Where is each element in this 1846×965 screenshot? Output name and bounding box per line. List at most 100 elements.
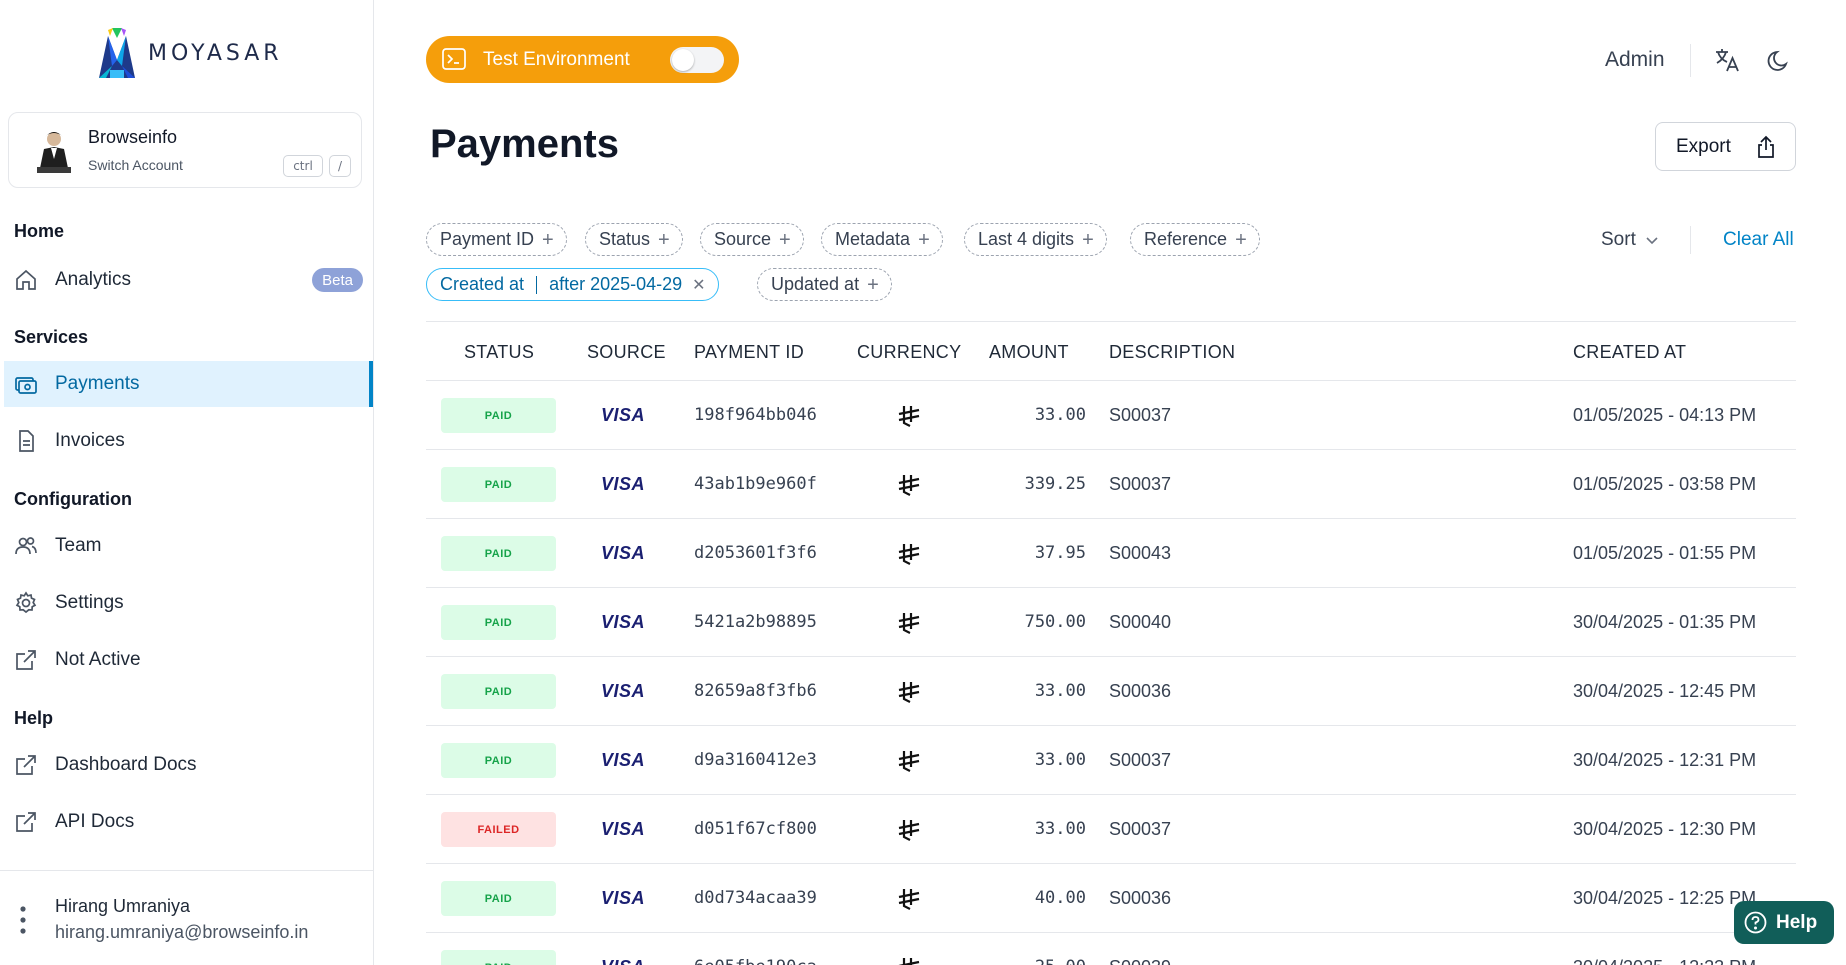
admin-label[interactable]: Admin — [1605, 48, 1665, 72]
account-switcher[interactable]: Browseinfo Switch Account ctrl / — [8, 112, 362, 188]
export-label: Export — [1676, 135, 1731, 157]
sidebar-item-api-docs[interactable]: API Docs — [4, 799, 373, 845]
chip-label: Updated at — [771, 274, 860, 294]
translate-icon[interactable] — [1713, 46, 1741, 74]
payment-id-cell[interactable]: d051f67cf800 — [694, 819, 817, 839]
filter-chip-last-4-digits[interactable]: Last 4 digits + — [964, 223, 1107, 256]
payment-id-cell[interactable]: 198f964bb046 — [694, 405, 817, 425]
payment-id-cell[interactable]: 82659a8f3fb6 — [694, 681, 817, 701]
sidebar-item-team[interactable]: Team — [4, 523, 373, 569]
column-header-description[interactable]: DESCRIPTION — [1109, 342, 1235, 363]
section-home: Home — [14, 221, 65, 241]
filter-chip-status[interactable]: Status + — [585, 223, 683, 256]
description-cell: S00037 — [1109, 405, 1172, 425]
saudi-riyal-icon — [898, 544, 920, 565]
sort-dropdown[interactable]: Sort — [1601, 229, 1660, 251]
amount-cell: 40.00 — [1034, 888, 1086, 908]
filter-chip-reference[interactable]: Reference + — [1130, 223, 1260, 256]
description-cell: S00036 — [1109, 681, 1172, 701]
user-profile[interactable]: Hirang Umraniya hirang.umraniya@browsein… — [0, 870, 373, 965]
sidebar-item-invoices[interactable]: Invoices — [4, 418, 373, 464]
chip-label: Payment ID — [440, 229, 535, 249]
sidebar-item-label: API Docs — [55, 811, 135, 832]
chip-divider — [536, 275, 538, 294]
saudi-riyal-icon — [898, 613, 920, 634]
sidebar: MOYASAR Browseinfo Switch Account ctrl /… — [0, 0, 374, 965]
sidebar-item-dashboard-docs[interactable]: Dashboard Docs — [4, 742, 373, 788]
external-link-icon — [16, 650, 36, 670]
clear-all-link[interactable]: Clear All — [1723, 229, 1794, 251]
env-toggle-switch[interactable] — [670, 47, 724, 73]
column-header-source[interactable]: SOURCE — [587, 342, 666, 363]
filter-chip-created-at[interactable]: Created at after 2025-04-29 ✕ — [426, 268, 719, 301]
sort-label: Sort — [1601, 229, 1636, 250]
payment-id-cell[interactable]: d0d734acaa39 — [694, 888, 817, 908]
filter-divider — [1690, 226, 1691, 254]
chip-label: Created at — [440, 274, 525, 294]
status-badge: PAID — [441, 674, 556, 709]
table-row[interactable]: PAID VISA d2053601f3f6 37.95 S00043 01/05/202… — [426, 518, 1796, 587]
description-cell: S00039 — [1109, 957, 1171, 965]
amount-cell: 25.00 — [966, 957, 1086, 965]
plus-icon: + — [1235, 228, 1247, 251]
shortcut-ctrl-key: ctrl — [283, 155, 323, 177]
created-at-cell: 01/05/2025 - 01:55 PM — [1573, 543, 1757, 563]
saudi-riyal-icon — [898, 889, 920, 910]
brand-logo[interactable]: MOYASAR — [96, 26, 283, 80]
filter-chip-payment-id[interactable]: Payment ID + — [426, 223, 567, 256]
status-badge: PAID — [441, 950, 556, 965]
description-cell: S00040 — [1109, 612, 1172, 632]
table-row[interactable]: PAID VISA 198f964bb046 33.00 S00037 01/05/202… — [426, 380, 1796, 449]
table-row[interactable]: PAID VISA 43ab1b9e960f 339.25 S00037 01/05/20… — [426, 449, 1796, 518]
export-button[interactable]: Export — [1655, 122, 1796, 171]
sidebar-item-payments[interactable]: Payments — [4, 361, 373, 407]
account-avatar — [37, 132, 71, 173]
question-circle-icon — [1744, 911, 1767, 934]
visa-card-icon: VISA — [601, 543, 646, 563]
terminal-icon — [442, 48, 466, 70]
chip-value: after 2025-04-29 — [549, 274, 683, 294]
column-header-created-at[interactable]: CREATED AT — [1573, 342, 1686, 363]
filter-chip-updated-at[interactable]: Updated at + — [757, 268, 892, 301]
payment-id-cell[interactable]: 43ab1b9e960f — [694, 474, 817, 494]
table-row[interactable]: PAID VISA d9a3160412e3 33.00 S00037 30/04/202… — [426, 725, 1796, 794]
home-icon — [16, 269, 36, 290]
visa-card-icon: VISA — [601, 957, 645, 965]
visa-card-icon: VISA — [601, 474, 646, 494]
help-button[interactable]: Help — [1734, 901, 1834, 944]
sidebar-item-analytics[interactable]: Analytics Beta — [4, 257, 373, 303]
dark-mode-moon-icon[interactable] — [1766, 47, 1794, 75]
column-header-currency[interactable]: CURRENCY — [857, 342, 961, 363]
test-environment-toggle[interactable]: Test Environment — [426, 36, 739, 83]
sidebar-item-settings[interactable]: Settings — [4, 580, 373, 626]
external-link-icon — [16, 812, 36, 832]
saudi-riyal-icon — [898, 406, 920, 427]
table-row[interactable]: PAID VISA 5421a2b98895 750.00 S00040 30/04/20… — [426, 587, 1796, 656]
saudi-riyal-icon — [898, 820, 920, 841]
table-row[interactable]: PAID VISA 6e05fbe190ca 25.00 S00039 30/04/202… — [426, 932, 1796, 965]
env-label: Test Environment — [483, 48, 630, 70]
visa-card-icon: VISA — [601, 612, 646, 632]
payment-id-cell[interactable]: d2053601f3f6 — [694, 543, 817, 563]
close-icon[interactable]: ✕ — [692, 275, 705, 295]
column-header-status[interactable]: STATUS — [464, 342, 534, 363]
plus-icon: + — [918, 228, 930, 251]
column-header-amount[interactable]: AMOUNT — [989, 342, 1069, 363]
external-link-icon — [16, 755, 36, 775]
payment-id-cell[interactable]: 5421a2b98895 — [694, 612, 817, 632]
more-vertical-icon[interactable] — [16, 905, 30, 935]
table-row[interactable]: FAILED VISA d051f67cf800 33.00 S00037 30/04/2… — [426, 794, 1796, 863]
chip-label: Last 4 digits — [978, 229, 1075, 249]
payments-icon — [15, 377, 37, 394]
filter-chip-source[interactable]: Source + — [700, 223, 804, 256]
payment-id-cell[interactable]: d9a3160412e3 — [694, 750, 817, 770]
sidebar-item-not-active[interactable]: Not Active — [4, 637, 373, 683]
table-row[interactable]: PAID VISA d0d734acaa39 40.00 S00036 30/04/202… — [426, 863, 1796, 932]
visa-card-icon: VISA — [601, 888, 646, 908]
payment-id-cell[interactable]: 6e05fbe190ca — [694, 957, 817, 965]
column-header-payment-id[interactable]: PAYMENT ID — [694, 342, 804, 363]
visa-card-icon: VISA — [601, 681, 646, 701]
table-row[interactable]: PAID VISA 82659a8f3fb6 33.00 S00036 30/04/202… — [426, 656, 1796, 725]
amount-cell: 33.00 — [1034, 681, 1086, 701]
filter-chip-metadata[interactable]: Metadata + — [821, 223, 943, 256]
